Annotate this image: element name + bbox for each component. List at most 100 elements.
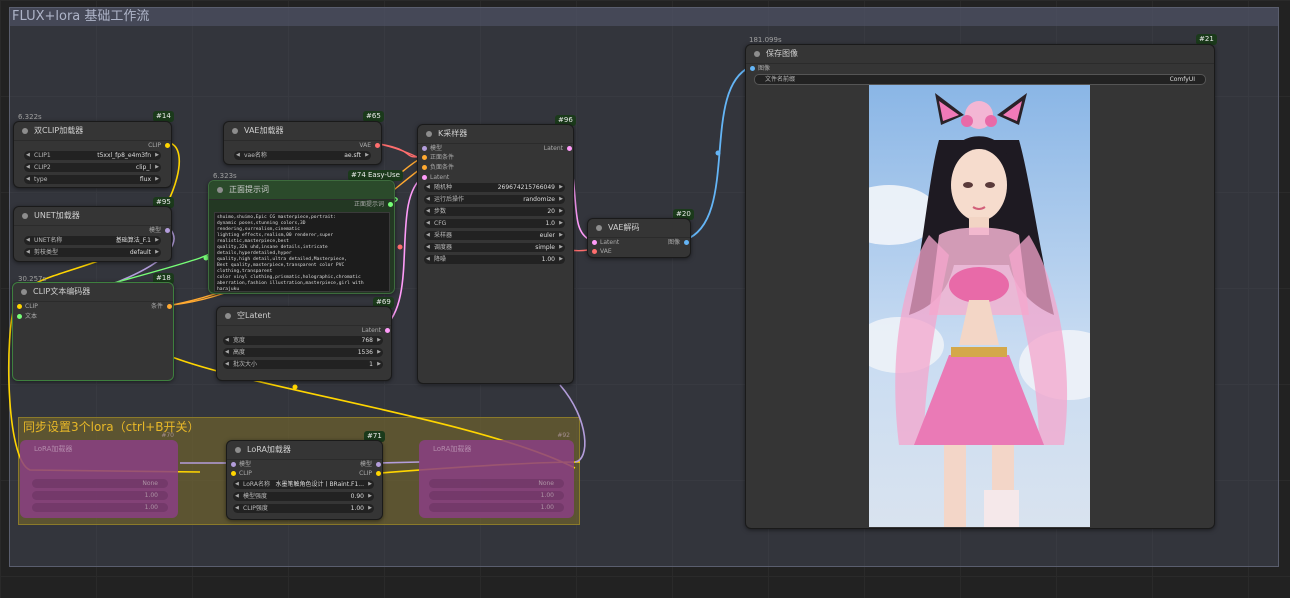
seed-widget[interactable]: ◀ 随机种 269674215766049 ▶ [424, 183, 565, 192]
sampler-widget[interactable]: ◀ 采样器 euler ▶ [424, 231, 565, 240]
save-time: 181.099s [749, 36, 782, 44]
empty-latent-node[interactable]: 空Latent Latent ◀ 宽度 768 ▶ ◀ 高度 1536 ▶ ◀ 批次大小 1 ▶ [216, 306, 392, 381]
width-widget[interactable]: ◀ 宽度 768 ▶ [223, 336, 383, 345]
ksampler-in-model-dot[interactable] [422, 146, 427, 151]
save-title[interactable]: 保存图像 [746, 45, 1214, 64]
ksampler-in-latent: Latent [430, 174, 450, 181]
lora-bypassed-left-clip[interactable]: 1.00 [32, 503, 168, 512]
clip-encode-in-clip-dot[interactable] [17, 304, 22, 309]
dual-clip-clip1[interactable]: ◀ CLIP1 t5xxl_fp8_e4m3fn ▶ [24, 151, 161, 160]
lora-in-clip-dot[interactable] [231, 471, 236, 476]
lora-bypassed-left-title[interactable]: LoRA加载器 [20, 440, 178, 458]
ksampler-in-latent-dot[interactable] [422, 175, 427, 180]
clip-encode-in-text: 文本 [25, 313, 38, 320]
vae-loader-title[interactable]: VAE加载器 [224, 122, 381, 141]
lora-bypassed-right-id: #92 [557, 432, 570, 439]
empty-latent-title[interactable]: 空Latent [217, 307, 391, 326]
pos-prompt-out-label: 正面提示词 [353, 201, 384, 208]
lora-title[interactable]: LoRA加载器 [227, 441, 382, 460]
save-in-image: 图像 [758, 65, 771, 72]
clip-encode-in-text-dot[interactable] [17, 314, 22, 319]
control-after-widget[interactable]: ◀ 运行后操作 randomize ▶ [424, 195, 565, 204]
ksampler-in-neg-dot[interactable] [422, 165, 427, 170]
lora-bypassed-right-title[interactable]: LoRA加载器 [419, 440, 574, 458]
pos-prompt-time: 6.323s [213, 172, 237, 180]
vae-loader-node[interactable]: VAE加载器 VAE ◀ vae名称 ae.sft ▶ [223, 121, 382, 165]
empty-latent-out-dot[interactable] [385, 328, 390, 333]
prompt-textarea[interactable]: shuimo,shuimo,Epic CG masterpiece,portra… [214, 212, 390, 292]
lora-bypassed-right-node[interactable]: LoRA加载器 #92 None 1.00 1.00 [419, 432, 574, 518]
positive-prompt-node[interactable]: 正面提示词 正面提示词 shuimo,shuimo,Epic CG master… [208, 180, 395, 294]
clip-encode-in-clip: CLIP [25, 303, 38, 310]
lora-in-model: 模型 [239, 461, 252, 468]
ksampler-in-neg: 负面条件 [430, 164, 455, 171]
vae-loader-out-dot[interactable] [375, 143, 380, 148]
ksampler-title[interactable]: K采样器 [418, 125, 573, 144]
empty-latent-out-label: Latent [361, 327, 381, 334]
clip-text-encode-node[interactable]: CLIP文本编码器 CLIP 文本 条件 [12, 282, 174, 381]
clip-encode-title[interactable]: CLIP文本编码器 [13, 283, 173, 302]
lora-in-clip: CLIP [239, 470, 252, 477]
dual-clip-out-dot[interactable] [165, 143, 170, 148]
ksampler-in-pos-dot[interactable] [422, 155, 427, 160]
lora-out-clip: CLIP [359, 470, 372, 477]
lora-out-clip-dot[interactable] [376, 471, 381, 476]
ksampler-in-pos: 正面条件 [430, 154, 455, 161]
ksampler-in-model: 模型 [430, 145, 443, 152]
ksampler-node[interactable]: K采样器 模型 正面条件 负面条件 Latent Latent ◀ 随机种 2696… [417, 124, 574, 384]
batch-widget[interactable]: ◀ 批次大小 1 ▶ [223, 360, 383, 369]
cfg-widget[interactable]: ◀ CFG 1.0 ▶ [424, 219, 565, 228]
clip-encode-out-label: 条件 [150, 303, 163, 310]
pos-prompt-title[interactable]: 正面提示词 [209, 181, 394, 200]
lora-bypassed-right-clip[interactable]: 1.00 [429, 503, 564, 512]
lora-model-strength-widget[interactable]: ◀ 模型强度 0.90 ▶ [233, 492, 374, 501]
dual-clip-type[interactable]: ◀ type flux ▶ [24, 175, 161, 184]
unet-title[interactable]: UNET加载器 [14, 207, 171, 226]
vae-decode-in-latent-dot[interactable] [592, 240, 597, 245]
denoise-widget[interactable]: ◀ 降噪 1.00 ▶ [424, 255, 565, 264]
lora-in-model-dot[interactable] [231, 462, 236, 467]
pos-prompt-out-dot[interactable] [388, 202, 393, 207]
lora-bypassed-left-node[interactable]: LoRA加载器 #70 None 1.00 1.00 [20, 432, 178, 518]
clip-encode-out-dot[interactable] [167, 304, 172, 309]
vae-decode-in-latent: Latent [600, 239, 620, 246]
unet-dtype-widget[interactable]: ◀ 剪枝类型 default ▶ [24, 248, 161, 257]
save-in-image-dot[interactable] [750, 66, 755, 71]
steps-widget[interactable]: ◀ 步数 20 ▶ [424, 207, 565, 216]
unet-out-label: 模型 [148, 227, 161, 234]
save-image-node[interactable]: 保存图像 图像 文件名前缀 ComfyUI [745, 44, 1215, 529]
node-canvas[interactable]: { "group": {"title": "FLUX+lora 基础工作流"},… [0, 0, 1290, 598]
ksampler-out-dot[interactable] [567, 146, 572, 151]
lora-clip-strength-widget[interactable]: ◀ CLIP强度 1.00 ▶ [233, 504, 374, 513]
scheduler-widget[interactable]: ◀ 调度器 simple ▶ [424, 243, 565, 252]
dual-clip-loader-node[interactable]: 双CLIP加载器 CLIP ◀ CLIP1 t5xxl_fp8_e4m3fn ▶ ◀ C… [13, 121, 172, 188]
vae-decode-out-dot[interactable] [684, 240, 689, 245]
unet-loader-node[interactable]: UNET加载器 模型 ◀ UNET名称 基础算法_F.1 ▶ ◀ 剪枝类型 default… [13, 206, 172, 262]
lora-bypassed-right-name[interactable]: None [429, 479, 564, 488]
ksampler-out-label: Latent [543, 145, 563, 152]
vae-loader-out-label: VAE [359, 142, 371, 149]
dual-clip-title[interactable]: 双CLIP加载器 [14, 122, 171, 141]
unet-name-widget[interactable]: ◀ UNET名称 基础算法_F.1 ▶ [24, 236, 161, 245]
lora-loader-node[interactable]: LoRA加载器 模型 CLIP 模型 CLIP ◀ LoRA名称 水墨笔触角色设计丨… [226, 440, 383, 520]
lora-out-model-dot[interactable] [376, 462, 381, 467]
vae-decode-title[interactable]: VAE解码 [588, 219, 690, 238]
lora-name-widget[interactable]: ◀ LoRA名称 水墨笔触角色设计丨BRaint.F1... ▶ [233, 480, 374, 489]
unet-out-dot[interactable] [165, 228, 170, 233]
vae-decode-node[interactable]: VAE解码 Latent VAE 图像 [587, 218, 691, 258]
vae-decode-in-vae-dot[interactable] [592, 249, 597, 254]
lora-bypassed-left-model[interactable]: 1.00 [32, 491, 168, 500]
vae-name-widget[interactable]: ◀ vae名称 ae.sft ▶ [234, 151, 371, 160]
dual-clip-clip2[interactable]: ◀ CLIP2 clip_l ▶ [24, 163, 161, 172]
vae-decode-in-vae: VAE [600, 248, 612, 255]
generated-image-preview[interactable] [869, 85, 1090, 527]
dual-clip-time: 6.322s [18, 113, 42, 121]
lora-bypassed-right-model[interactable]: 1.00 [429, 491, 564, 500]
lora-out-model: 模型 [359, 461, 372, 468]
filename-prefix-widget[interactable]: 文件名前缀 ComfyUI [754, 74, 1206, 85]
height-widget[interactable]: ◀ 高度 1536 ▶ [223, 348, 383, 357]
girl-illustration [869, 85, 1090, 527]
lora-bypassed-left-name[interactable]: None [32, 479, 168, 488]
wire-model-2 [379, 461, 421, 464]
dual-clip-out-label: CLIP [148, 142, 161, 149]
